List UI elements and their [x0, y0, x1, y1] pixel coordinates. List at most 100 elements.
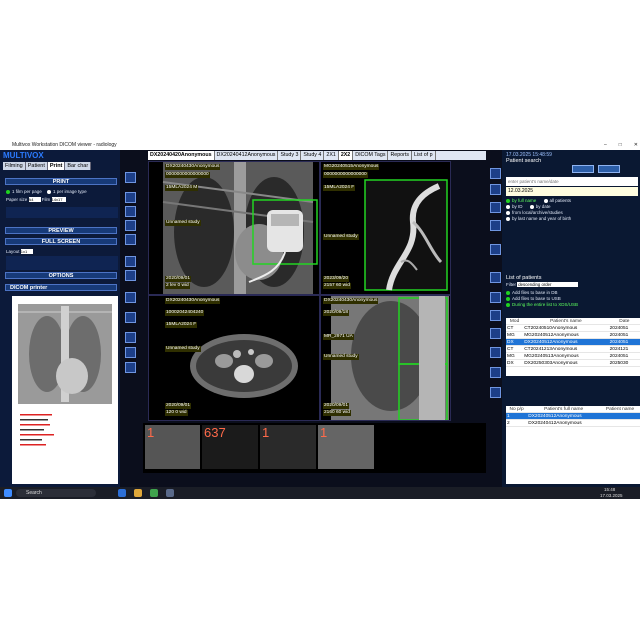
- print-button[interactable]: PRINT: [5, 178, 117, 185]
- vp1-date: 15MLA2024 M: [165, 185, 199, 191]
- chk-add-usb[interactable]: [506, 296, 510, 301]
- cine-icon[interactable]: [125, 312, 136, 323]
- reset-icon[interactable]: [125, 332, 136, 343]
- save-icon[interactable]: [125, 362, 136, 373]
- viewport-1[interactable]: DX20240430Anonymous 0000000000000000 15M…: [148, 161, 320, 295]
- radio-by-date[interactable]: [529, 204, 534, 209]
- table-row[interactable]: MG MG20240512Anonymous 2024051: [506, 331, 640, 339]
- radio-per-type[interactable]: [47, 189, 52, 194]
- taskbar-search[interactable]: Search: [16, 489, 96, 497]
- 3d-icon[interactable]: [490, 328, 501, 339]
- mpr-icon[interactable]: [490, 310, 501, 321]
- paper-select[interactable]: A4: [28, 197, 41, 203]
- tab-reports[interactable]: Reports: [388, 151, 413, 160]
- table-row[interactable]: DX DX20240512Anonymous 2024051: [506, 338, 640, 346]
- minimize-icon[interactable]: –: [604, 141, 607, 150]
- list-icon[interactable]: [490, 220, 501, 231]
- viewport-3[interactable]: DX20240430Anonymous 10002042404240 15MLA…: [148, 295, 320, 421]
- tab-print[interactable]: Print: [47, 162, 66, 170]
- settings-icon[interactable]: [490, 202, 501, 213]
- date-field[interactable]: 12.03.2025: [506, 187, 638, 196]
- left-tabs: Filming Patient Print Bar char: [3, 162, 121, 170]
- right-toolbar: [488, 162, 502, 412]
- export-icon[interactable]: [490, 244, 501, 255]
- network-icon[interactable]: [490, 292, 501, 303]
- chk-xds[interactable]: [506, 302, 510, 307]
- radio-one-film[interactable]: [6, 189, 10, 194]
- thumb-2[interactable]: 637: [202, 425, 258, 469]
- table-row[interactable]: 2 DX20240412Anonymous: [506, 419, 640, 427]
- preview-button[interactable]: PREVIEW: [5, 227, 117, 234]
- taskbar-time: 15:48: [604, 487, 616, 492]
- tab-filming[interactable]: Filming: [3, 162, 26, 170]
- tab-layout-2x1[interactable]: 2X1: [324, 151, 339, 160]
- tab-study-4[interactable]: Study 4: [301, 151, 325, 160]
- table-row[interactable]: DX DX20250303Anonymous 2025030: [506, 359, 640, 367]
- viewport-2[interactable]: MG20240515Anonymous 0000000000000000 15M…: [320, 161, 451, 295]
- chk-add-db[interactable]: [506, 290, 510, 295]
- patient-search-input[interactable]: [506, 177, 638, 186]
- table-row[interactable]: CT CT20240510Anonymous 2024051: [506, 324, 640, 332]
- layout-tool-icon[interactable]: [490, 184, 501, 195]
- filter-select[interactable]: descending order: [517, 282, 579, 288]
- tab-dicom-tags[interactable]: DICOM Tags: [353, 151, 389, 160]
- angle-icon[interactable]: [125, 234, 136, 245]
- tab-study-3[interactable]: Study 3: [278, 151, 302, 160]
- tab-layout-2x2[interactable]: 2X2: [338, 151, 354, 160]
- layout-select[interactable]: 1x1: [20, 249, 33, 255]
- tab-patient[interactable]: Patient: [25, 162, 48, 170]
- search-tool-icon[interactable]: [490, 168, 501, 179]
- patient-cell: 2024051: [608, 331, 640, 339]
- chrome-icon[interactable]: [150, 489, 158, 497]
- table-row[interactable]: 1 DX20240512Anonymous: [506, 412, 640, 420]
- radio-last-name-year[interactable]: [506, 216, 510, 221]
- close-icon[interactable]: ✕: [634, 141, 638, 150]
- filter-label: Filter: [506, 282, 516, 287]
- annotate-icon[interactable]: [125, 347, 136, 358]
- search-button[interactable]: [572, 165, 594, 173]
- options-button[interactable]: OPTIONS: [5, 272, 117, 279]
- table-row[interactable]: CT CT20241213Anonymous 2024121: [506, 345, 640, 353]
- explorer-icon[interactable]: [134, 489, 142, 497]
- window-level-icon[interactable]: [125, 206, 136, 217]
- print-options-row: 1 film per page 1 per image type: [6, 189, 118, 195]
- vp2-patient-id: 0000000000000000: [323, 172, 368, 178]
- film-select[interactable]: 14x17: [51, 197, 66, 203]
- thumb-1[interactable]: 1: [145, 425, 200, 469]
- radio-all-patients[interactable]: [543, 198, 548, 203]
- chest-xray-image: [162, 162, 318, 294]
- radio-full-name[interactable]: [506, 198, 510, 203]
- filter-row: Filter descending order: [506, 282, 640, 288]
- invert-icon[interactable]: [125, 292, 136, 303]
- clear-button[interactable]: [598, 165, 620, 173]
- report-icon[interactable]: [490, 347, 501, 358]
- thumb-4[interactable]: 1: [318, 425, 374, 469]
- vp3-study: Unnamed study: [165, 346, 201, 352]
- measure-icon[interactable]: [125, 220, 136, 231]
- start-icon[interactable]: [4, 489, 12, 497]
- radio-local-archive[interactable]: [506, 210, 510, 215]
- pan-tool-icon[interactable]: [125, 192, 136, 203]
- zoom-tool-icon[interactable]: [125, 172, 136, 183]
- patient-cell: DX20240512Anonymous: [523, 338, 609, 346]
- edge-icon[interactable]: [118, 489, 126, 497]
- tab-study-2[interactable]: DX20240412Anonymous: [215, 151, 279, 160]
- dicom-printer-button[interactable]: DICOM printer: [5, 284, 117, 291]
- tab-bar-chart[interactable]: Bar char: [65, 162, 92, 170]
- info-icon[interactable]: [490, 367, 501, 378]
- maximize-icon[interactable]: □: [619, 141, 622, 150]
- radio-full-name-label: by full name: [512, 198, 537, 203]
- radio-by-id[interactable]: [506, 204, 510, 209]
- table-row[interactable]: MG MG20240513Anonymous 2024051: [506, 352, 640, 360]
- patient-cell: 2024051: [608, 352, 640, 360]
- help-icon[interactable]: [490, 387, 501, 398]
- viewport-4[interactable]: DX20240430Anonymous 2020/09/18 MR_2971 U…: [320, 295, 451, 421]
- burn-cd-icon[interactable]: [490, 272, 501, 283]
- multivox-taskbar-icon[interactable]: [166, 489, 174, 497]
- fullscreen-button[interactable]: FULL SCREEN: [5, 238, 117, 245]
- thumb-3[interactable]: 1: [260, 425, 316, 469]
- tab-list-of-patients[interactable]: List of p: [412, 151, 436, 160]
- flip-icon[interactable]: [125, 270, 136, 281]
- rotate-icon[interactable]: [125, 256, 136, 267]
- tab-study-1[interactable]: DX20240420Anonymous: [148, 151, 215, 160]
